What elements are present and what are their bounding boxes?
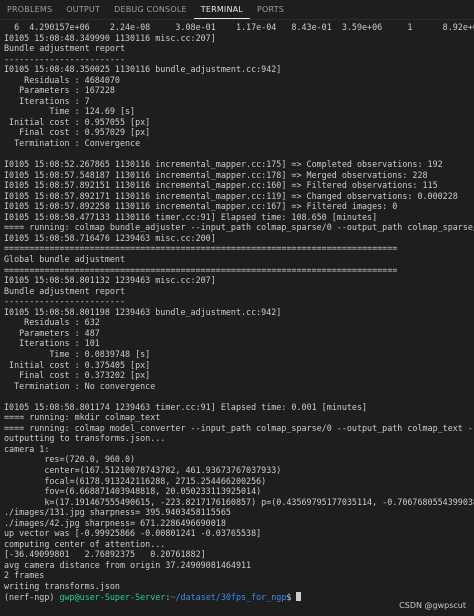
terminal-output[interactable]: 6 4.290157e+06 2.24e-08 3.08e-01 1.17e-0… <box>0 20 474 616</box>
terminal-line: Bundle adjustment report <box>4 285 126 296</box>
terminal-line: ./images/131.jpg sharpness= 395.94034581… <box>4 507 231 518</box>
terminal-line: avg camera distance from origin 37.24909… <box>4 559 252 570</box>
terminal-line: Final cost : 0.957029 [px] <box>4 127 151 138</box>
tab-terminal[interactable]: TERMINAL <box>193 0 251 19</box>
terminal-line: camera 1: <box>4 443 50 454</box>
terminal-line: Termination : Convergence <box>4 138 141 149</box>
terminal-line: up vector was [-0.99925866 -0.00801241 -… <box>4 528 262 539</box>
terminal-line: ------------------------ <box>4 296 126 307</box>
terminal-line: I0105 15:08:48.350025 1130116 bundle_adj… <box>4 64 282 75</box>
terminal-line: Residuals : 632 <box>4 317 100 328</box>
terminal-line: I0105 15:08:48.349990 1130116 misc.cc:20… <box>4 32 216 43</box>
terminal-line: fov=(6.668871403948818, 20.0502331139250… <box>4 486 262 497</box>
terminal-line: Time : 0.0839748 [s] <box>4 348 151 359</box>
tab-debug-console[interactable]: DEBUG CONSOLE <box>107 0 194 19</box>
terminal-line: ==== running: colmap model_converter --i… <box>4 422 474 433</box>
terminal-line: outputting to transforms.json... <box>4 433 166 444</box>
terminal-line: Residuals : 4684070 <box>4 74 120 85</box>
terminal-line: Global bundle adjustment <box>4 254 126 265</box>
terminal-line: [-36.49099801 2.76892375 0.20761882] <box>4 549 206 560</box>
terminal-line: I0105 15:08:52.267865 1130116 incrementa… <box>4 159 443 170</box>
terminal-lines: 6 4.290157e+06 2.24e-08 3.08e-01 1.17e-0… <box>4 22 474 592</box>
prompt-user-host: gwp@user-Super-Server <box>59 591 166 602</box>
terminal-line: ========================================… <box>4 243 398 254</box>
terminal-line: I0105 15:08:57.892151 1130116 incrementa… <box>4 180 438 191</box>
terminal-line: writing transforms.json <box>4 580 120 591</box>
terminal-line: Time : 124.69 [s] <box>4 106 136 117</box>
terminal-line: ==== running: mkdir colmap_text <box>4 412 161 423</box>
terminal-line: Iterations : 101 <box>4 338 100 349</box>
terminal-line: I0105 15:08:57.548187 1130116 incrementa… <box>4 169 428 180</box>
terminal-line: 6 4.290157e+06 2.24e-08 3.08e-01 1.17e-0… <box>14 22 474 32</box>
terminal-line: I0105 15:08:58.716476 1239463 misc.cc:20… <box>4 232 216 243</box>
tab-ports[interactable]: PORTS <box>250 0 291 19</box>
terminal-line: ========================================… <box>4 264 398 275</box>
prompt-path: ~/dataset/30fps_for_ngp <box>170 591 287 602</box>
terminal-line: I0105 15:08:58.801132 1239463 misc.cc:20… <box>4 275 216 286</box>
terminal-line: I0105 15:08:58.801198 1239463 bundle_adj… <box>4 306 282 317</box>
terminal-line: Parameters : 487 <box>4 327 100 338</box>
terminal-line: res=(720.0, 960.0) <box>4 454 136 465</box>
prompt-dollar: $ <box>286 591 297 602</box>
terminal-line: I0105 15:08:57.892258 1130116 incrementa… <box>4 201 398 212</box>
terminal-line: computing center of attention... <box>4 538 166 549</box>
terminal-line: center=(167.51210078743782, 461.93673767… <box>4 464 282 475</box>
terminal-line: Parameters : 167228 <box>4 85 115 96</box>
terminal-line: ------------------------ <box>4 53 126 64</box>
tab-output[interactable]: OUTPUT <box>59 0 107 19</box>
terminal-line: ==== running: colmap bundle_adjuster --i… <box>4 222 474 233</box>
terminal-line: Bundle adjustment report <box>4 43 126 54</box>
terminal-line: I0105 15:08:58.477133 1130116 timer.cc:9… <box>4 211 378 222</box>
terminal-line: Final cost : 0.373202 [px] <box>4 370 151 381</box>
terminal-line: Initial cost : 0.375405 [px] <box>4 359 151 370</box>
terminal-line: focal=(6178.913242116288, 2715.254466200… <box>4 475 267 486</box>
prompt-env: (nerf-ngp) <box>4 591 60 602</box>
tab-problems[interactable]: PROBLEMS <box>0 0 59 19</box>
terminal-line: Initial cost : 0.957055 [px] <box>4 116 151 127</box>
terminal-cursor <box>296 591 302 601</box>
watermark: CSDN @gwpscut <box>399 601 466 610</box>
terminal-line: Iterations : 7 <box>4 95 90 106</box>
terminal-line: I0105 15:08:58.801174 1239463 timer.cc:9… <box>4 401 368 412</box>
terminal-line: Termination : No convergence <box>4 380 156 391</box>
terminal-line: 2 frames <box>4 570 45 581</box>
terminal-line: k=(17.191467555490615, -223.821717616085… <box>4 496 474 507</box>
terminal-line: ./images/42.jpg sharpness= 671.228649669… <box>4 517 226 528</box>
panel-tab-bar: PROBLEMS OUTPUT DEBUG CONSOLE TERMINAL P… <box>0 0 474 20</box>
terminal-line: I0105 15:08:57.892171 1130116 incrementa… <box>4 190 458 201</box>
